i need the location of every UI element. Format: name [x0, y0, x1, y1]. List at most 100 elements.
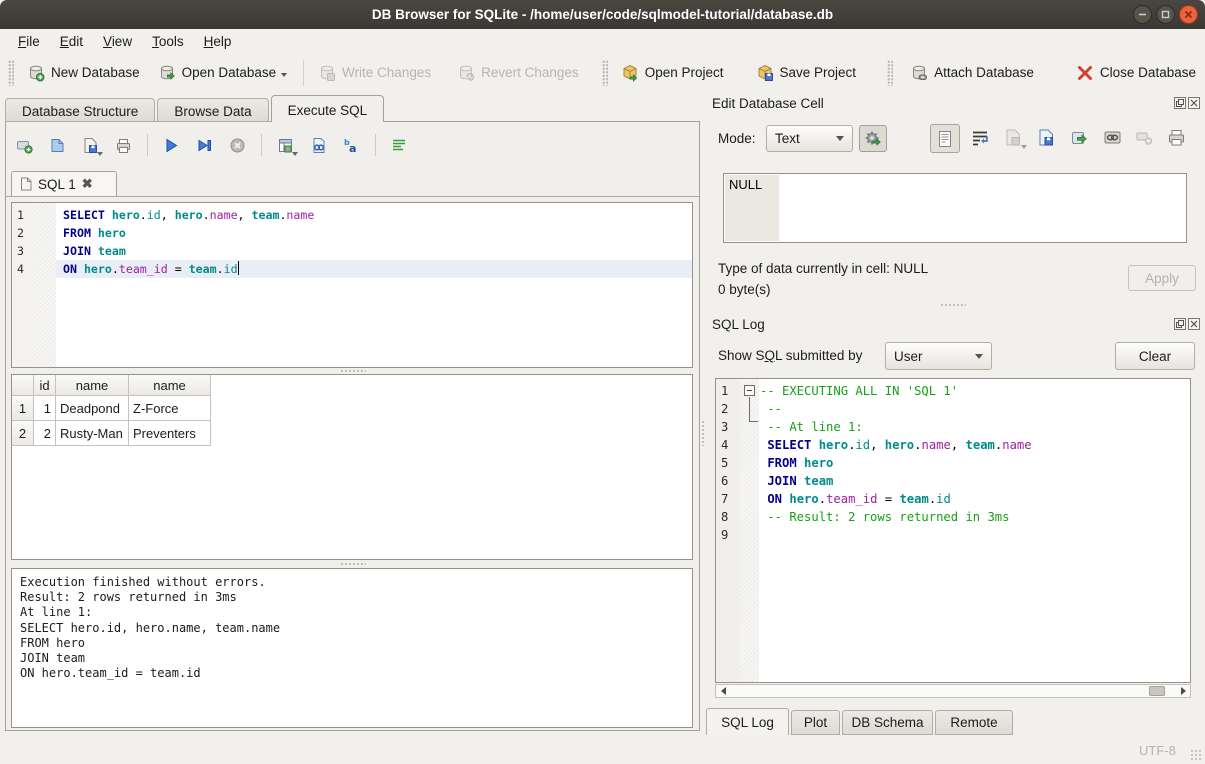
new-database-button[interactable]: New Database [18, 59, 149, 87]
text-cursor [238, 261, 240, 275]
results-message-splitter[interactable] [6, 561, 699, 567]
fold-guide-line [749, 397, 750, 422]
database-open-icon [158, 64, 176, 82]
execute-all-icon[interactable] [163, 137, 180, 154]
grid-cell[interactable]: Preventers [129, 421, 211, 446]
revert-changes-button[interactable]: Revert Changes [448, 59, 588, 87]
auto-format-icon[interactable]: ba [343, 137, 360, 154]
menu-help[interactable]: Help [194, 31, 242, 52]
menu-edit[interactable]: Edit [50, 31, 93, 52]
scrollbar-thumb[interactable] [1149, 686, 1165, 696]
open-in-external-button[interactable] [1103, 128, 1122, 150]
bottom-tab-plot[interactable]: Plot [791, 710, 840, 735]
tab-database-structure[interactable]: Database Structure [5, 98, 155, 122]
grid-cell[interactable]: 2 [34, 421, 56, 446]
close-button[interactable] [1179, 5, 1198, 24]
column-header[interactable]: name [129, 375, 211, 396]
grid-cell[interactable]: Z-Force [129, 396, 211, 421]
scroll-right-button[interactable] [1176, 685, 1190, 697]
close-sql-tab-icon[interactable]: ✖ [82, 176, 93, 192]
sql-log-close-icon[interactable] [1188, 318, 1200, 330]
scroll-left-button[interactable] [716, 685, 730, 697]
sql-log-view[interactable]: 123456789 -- EXECUTING ALL IN 'SQL 1' --… [715, 378, 1191, 683]
toolbar-button-label: Open Project [645, 65, 724, 80]
resize-grip[interactable] [1190, 749, 1202, 761]
minimize-button[interactable] [1133, 5, 1152, 24]
code-line: JOIN team [56, 242, 692, 260]
grid-cell[interactable]: Rusty-Man [56, 421, 129, 446]
execute-current-line-icon[interactable] [196, 137, 213, 154]
sql-log-panel-title: SQL Log [712, 317, 765, 332]
code-line: ON hero.team_id = team.id [759, 490, 1190, 508]
new-sql-tab-icon[interactable] [16, 137, 33, 154]
word-wrap-cell-button[interactable] [971, 129, 990, 151]
sql-editor-toolbar: ba [16, 131, 408, 159]
toolbar-grip [887, 60, 893, 86]
toolbar-button-label: New Database [51, 65, 140, 80]
attach-database-button[interactable]: Attach Database [901, 59, 1043, 87]
export-results-icon[interactable] [277, 137, 294, 154]
sql-tab[interactable]: SQL 1 ✖ [11, 171, 117, 196]
stop-execution-icon[interactable] [229, 137, 246, 154]
sql-tab-label: SQL 1 [38, 177, 76, 192]
open-database-dropdown-arrow[interactable] [281, 73, 287, 77]
export-cell-data-button[interactable] [1070, 128, 1089, 150]
import-settings-button[interactable] [859, 125, 887, 152]
column-header[interactable]: name [56, 375, 129, 396]
sql-editor[interactable]: 1234 SELECT hero.id, hero.name, team.nam… [11, 202, 693, 368]
database-new-icon [27, 64, 45, 82]
menu-tools[interactable]: Tools [142, 31, 194, 52]
find-replace-icon[interactable] [310, 137, 327, 154]
menu-view[interactable]: View [93, 31, 142, 52]
edit-cell-float-icon[interactable] [1174, 97, 1186, 109]
database-attach-icon [910, 64, 928, 82]
fold-collapse-icon[interactable] [744, 385, 755, 396]
code-line: -- Result: 2 rows returned in 3ms [759, 508, 1190, 526]
save-cell-button[interactable] [1004, 128, 1023, 147]
project-save-icon [756, 64, 774, 82]
tab-execute-sql[interactable]: Execute SQL [271, 95, 385, 122]
sql-document-icon [20, 177, 32, 191]
sql-log-filter-select[interactable]: User [885, 342, 992, 370]
open-database-button[interactable]: Open Database [149, 59, 299, 87]
text-mode-button[interactable] [930, 124, 960, 153]
write-changes-button[interactable]: Write Changes [309, 59, 440, 87]
cell-value-editor[interactable]: NULL [723, 173, 1187, 243]
sql-log-float-icon[interactable] [1174, 318, 1186, 330]
word-wrap-icon[interactable] [391, 137, 408, 154]
open-sql-file-icon[interactable] [49, 137, 66, 154]
apply-button[interactable]: Apply [1128, 265, 1196, 291]
toolbar-button-label: Close Database [1100, 65, 1196, 80]
open-project-button[interactable]: Open Project [612, 59, 733, 87]
column-header[interactable]: id [34, 375, 56, 396]
menu-file[interactable]: File [8, 31, 50, 52]
mode-select[interactable]: Text [766, 125, 853, 152]
print-sql-icon[interactable] [115, 137, 132, 154]
clear-log-button[interactable]: Clear [1115, 342, 1195, 370]
grid-cell[interactable]: Deadpond [56, 396, 129, 421]
row-header[interactable]: 2 [12, 421, 34, 446]
database-write-icon [318, 64, 336, 82]
log-line-numbers: 123456789 [716, 379, 740, 682]
close-database-button[interactable]: Close Database [1067, 59, 1205, 87]
log-horizontal-scrollbar[interactable] [715, 684, 1191, 698]
results-area[interactable]: idnamename11DeadpondZ-Force22Rusty-ManPr… [11, 374, 693, 560]
tab-browse-data[interactable]: Browse Data [157, 98, 268, 122]
row-header[interactable]: 1 [12, 396, 34, 421]
import-cell-data-button[interactable] [1037, 128, 1056, 150]
log-fold-margin [740, 379, 759, 682]
bottom-tab-remote[interactable]: Remote [935, 710, 1013, 735]
bottom-tab-sql-log[interactable]: SQL Log [706, 708, 789, 735]
dock-splitter[interactable] [940, 303, 966, 307]
panel-splitter[interactable] [701, 420, 706, 446]
titlebar[interactable]: DB Browser for SQLite - /home/user/code/… [0, 0, 1205, 29]
save-project-button[interactable]: Save Project [747, 59, 866, 87]
bottom-tab-db-schema[interactable]: DB Schema [842, 710, 933, 735]
code-line: -- EXECUTING ALL IN 'SQL 1' [759, 382, 1190, 400]
edit-cell-close-icon[interactable] [1188, 97, 1200, 109]
set-null-button[interactable] [1136, 131, 1153, 148]
print-cell-button[interactable] [1167, 128, 1186, 150]
save-sql-file-icon[interactable] [82, 137, 99, 154]
maximize-button[interactable] [1156, 5, 1175, 24]
grid-cell[interactable]: 1 [34, 396, 56, 421]
